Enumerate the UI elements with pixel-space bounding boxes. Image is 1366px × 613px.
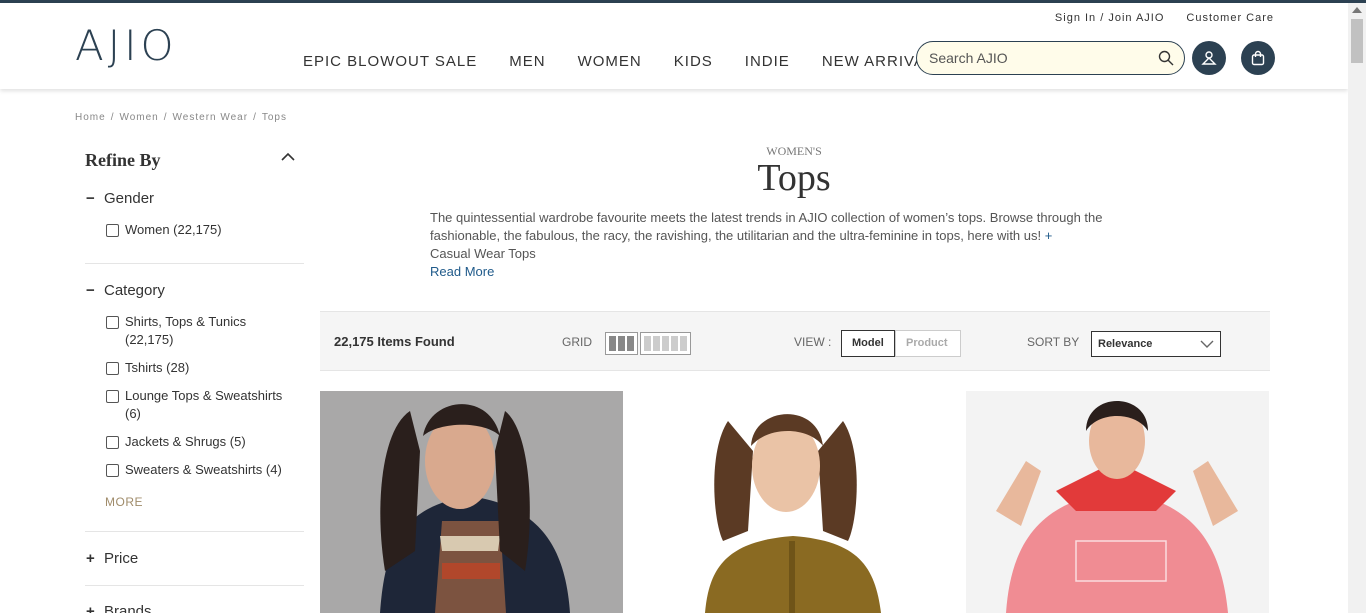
nav-men[interactable]: MEN	[509, 53, 545, 70]
casual-wear-tops-link[interactable]: Casual Wear Tops	[430, 246, 536, 261]
search-placeholder: Search AJIO	[929, 50, 1008, 66]
description-text: The quintessential wardrobe favourite me…	[430, 210, 1103, 243]
nav-indie[interactable]: INDIE	[745, 53, 790, 70]
bag-button[interactable]	[1241, 41, 1275, 75]
filter-option-lounge-tops[interactable]: Lounge Tops & Sweatshirts (6)	[106, 387, 286, 423]
search-icon[interactable]	[1158, 50, 1174, 66]
expand-description-icon[interactable]: +	[1045, 228, 1053, 243]
expand-icon: +	[86, 550, 95, 567]
view-product-button[interactable]: Product	[895, 330, 961, 357]
breadcrumb-women[interactable]: Women	[119, 112, 158, 123]
product-photo	[643, 391, 946, 613]
breadcrumb-western-wear[interactable]: Western Wear	[173, 112, 249, 123]
customer-care-link[interactable]: Customer Care	[1186, 12, 1274, 24]
page-title: Tops	[757, 157, 831, 199]
grid-3-column-icon[interactable]	[605, 332, 638, 355]
divider	[85, 585, 304, 586]
product-image[interactable]	[966, 391, 1269, 613]
breadcrumb-home[interactable]: Home	[75, 112, 106, 123]
breadcrumb-separator: /	[110, 112, 115, 123]
account-button[interactable]	[1192, 41, 1226, 75]
filter-option-women[interactable]: Women (22,175)	[106, 221, 286, 239]
divider	[85, 531, 304, 532]
shopping-bag-icon	[1251, 50, 1265, 66]
main-nav: EPIC BLOWOUT SALE MEN WOMEN KIDS INDIE N…	[303, 53, 977, 70]
scroll-up-icon[interactable]	[1352, 7, 1362, 13]
nav-epic-blowout-sale[interactable]: EPIC BLOWOUT SALE	[303, 53, 477, 70]
product-photo	[966, 391, 1269, 613]
filter-option-sweaters[interactable]: Sweaters & Sweatshirts (4)	[106, 461, 286, 479]
product-image[interactable]	[643, 391, 946, 613]
grid-5-column-icon[interactable]	[640, 332, 691, 355]
ajio-logo[interactable]: AJIO	[75, 21, 178, 70]
facet-brands[interactable]: + Brands	[86, 603, 152, 613]
view-label: VIEW :	[794, 335, 832, 349]
grid-label: GRID	[562, 335, 592, 349]
sort-by-label: SORT BY	[1027, 335, 1080, 349]
checkbox[interactable]	[106, 224, 119, 237]
search-input[interactable]: Search AJIO	[916, 41, 1185, 75]
listing-toolbar: 22,175 Items Found GRID VIEW : Model Pro…	[320, 311, 1270, 371]
sign-in-link[interactable]: Sign In / Join AJIO	[1055, 12, 1165, 24]
breadcrumb-tops: Tops	[261, 112, 287, 123]
facet-category-label: Category	[104, 282, 165, 299]
checkbox[interactable]	[106, 362, 119, 375]
product-image[interactable]	[320, 391, 623, 613]
facet-brands-label: Brands	[104, 603, 152, 613]
collapse-icon: −	[86, 282, 95, 299]
checkbox[interactable]	[106, 464, 119, 477]
breadcrumb-separator: /	[253, 112, 257, 123]
facet-price-label: Price	[104, 550, 139, 567]
filter-option-jackets-shrugs[interactable]: Jackets & Shrugs (5)	[106, 433, 286, 451]
site-header: AJIO Sign In / Join AJIO Customer Care E…	[0, 3, 1348, 89]
divider	[85, 263, 304, 264]
facet-price[interactable]: + Price	[86, 550, 138, 567]
view-model-button[interactable]: Model	[841, 330, 895, 357]
sort-by-select[interactable]: Relevance	[1091, 331, 1221, 357]
items-found-count: 22,175 Items Found	[334, 334, 455, 349]
checkbox[interactable]	[106, 436, 119, 449]
scroll-thumb[interactable]	[1351, 19, 1363, 63]
checkbox[interactable]	[106, 390, 119, 403]
breadcrumb-separator: /	[163, 112, 168, 123]
nav-women[interactable]: WOMEN	[578, 53, 642, 70]
filter-option-shirts-tops-tunics[interactable]: Shirts, Tops & Tunics (22,175)	[106, 313, 276, 349]
sort-selected-value: Relevance	[1098, 338, 1153, 350]
filter-option-tshirts[interactable]: Tshirts (28)	[106, 359, 286, 377]
facet-category[interactable]: − Category	[86, 282, 165, 299]
more-categories-link[interactable]: MORE	[105, 495, 143, 509]
expand-icon: +	[86, 603, 95, 613]
user-icon	[1201, 51, 1217, 65]
category-description: The quintessential wardrobe favourite me…	[430, 209, 1150, 263]
top-links: Sign In / Join AJIO Customer Care	[1055, 12, 1274, 24]
checkbox[interactable]	[106, 316, 119, 329]
nav-kids[interactable]: KIDS	[674, 53, 713, 70]
breadcrumb: Home / Women / Western Wear / Tops	[75, 112, 287, 123]
chevron-down-icon	[1200, 340, 1214, 348]
read-more-link[interactable]: Read More	[430, 264, 494, 279]
product-photo	[320, 391, 623, 613]
page-scrollbar[interactable]	[1348, 3, 1366, 613]
